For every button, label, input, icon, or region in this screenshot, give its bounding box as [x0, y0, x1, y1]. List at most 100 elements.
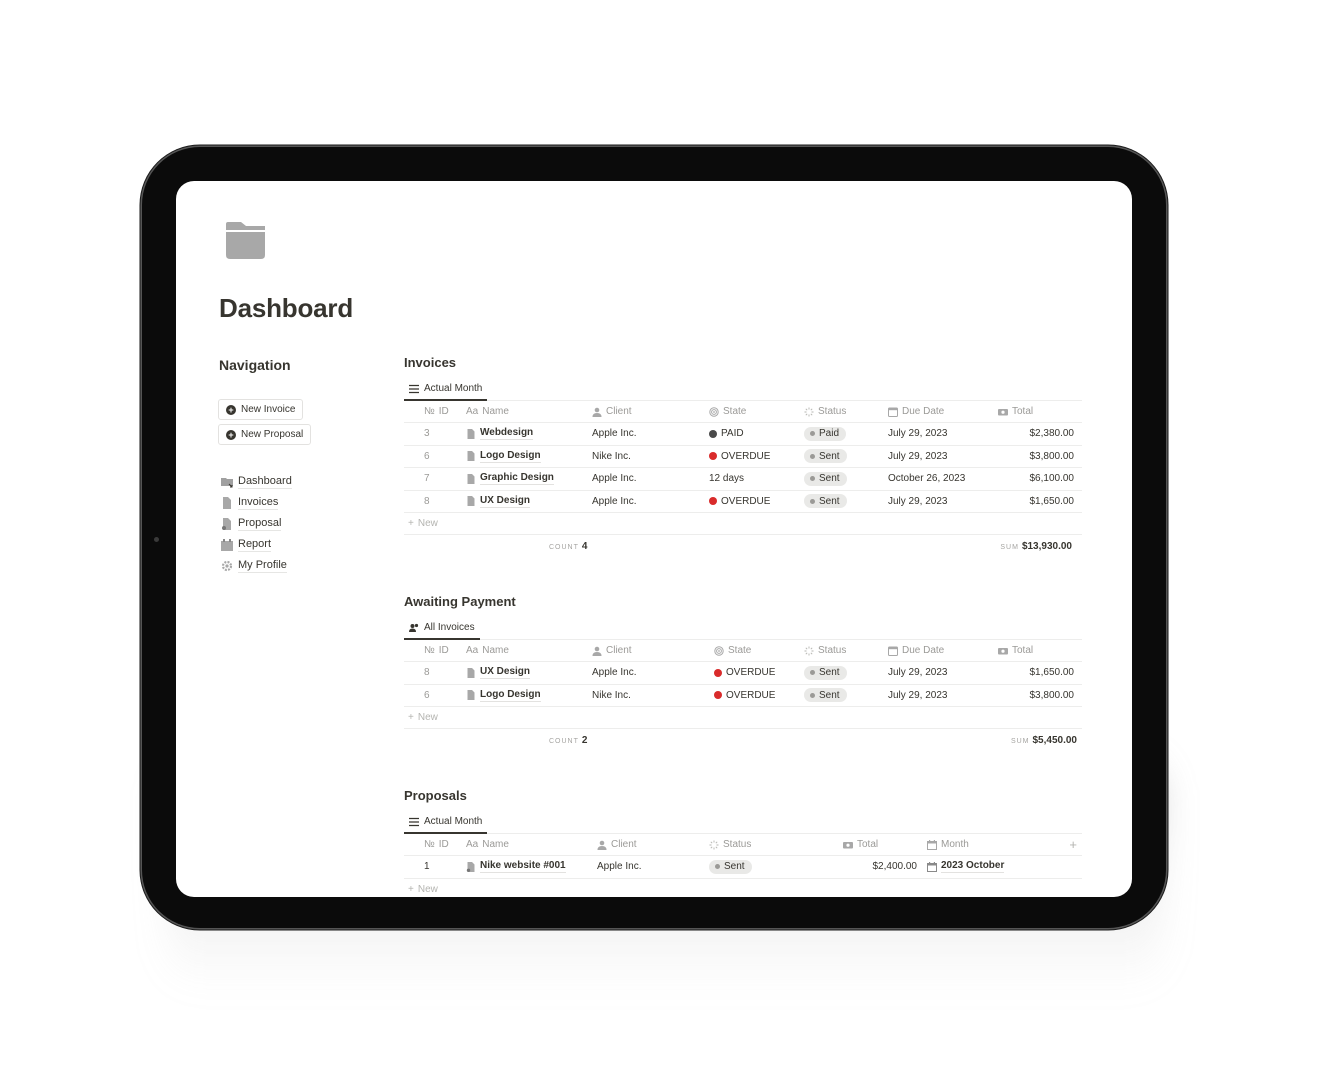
new-proposal-button[interactable]: + New Proposal	[218, 424, 312, 445]
cell-name[interactable]: UX Design	[466, 495, 592, 508]
col-total[interactable]: Total	[843, 839, 917, 850]
cell-status[interactable]: Sent	[709, 859, 843, 874]
invoices-sum: SUM $13,930.00	[1000, 541, 1072, 552]
state-indicator-dot	[714, 668, 722, 677]
cell-total: $2,400.00	[872, 861, 918, 873]
cell-total: $1,650.00	[1029, 667, 1075, 679]
col-status[interactable]: Status	[709, 839, 843, 850]
col-state[interactable]: State	[709, 406, 804, 417]
cell-due-date: July 29, 2023	[888, 667, 948, 679]
text-icon: Aa	[466, 406, 479, 417]
awaiting-sum: SUM $5,450.00	[1010, 735, 1077, 746]
table-row[interactable]: 8 UX Design Apple Inc. OVERDUE Sent July 29, …	[404, 491, 1082, 513]
cell-status[interactable]: Sent	[804, 471, 888, 486]
proposals-table-header: № ID Aa Name Client Status Total Month +	[404, 834, 1082, 856]
col-due-date[interactable]: Due Date	[888, 406, 996, 417]
invoices-new-row-button[interactable]: + New	[404, 513, 1082, 535]
cell-id: 6	[424, 689, 430, 701]
proposals-table-body: 1 Nike website #001 Apple Inc. Sent $2,400.0…	[404, 856, 1082, 879]
col-id[interactable]: № ID	[404, 406, 466, 417]
cell-name[interactable]: Logo Design	[466, 689, 592, 702]
col-status[interactable]: Status	[804, 406, 888, 417]
col-status[interactable]: Status	[804, 645, 888, 656]
camera-dot	[154, 537, 159, 542]
invoices-section: Invoices Actual Month № ID Aa Name Client …	[404, 355, 1082, 557]
table-row[interactable]: 8 UX Design Apple Inc. OVERDUE Sent July 29, …	[404, 662, 1082, 685]
cell-name[interactable]: Webdesign	[466, 427, 592, 441]
awaiting-new-row-button[interactable]: + New	[404, 707, 1082, 729]
nav-item-invoices[interactable]: Invoices	[221, 492, 292, 513]
table-row[interactable]: 6 Logo Design Nike Inc. OVERDUE Sent July 29,…	[404, 685, 1082, 707]
col-name[interactable]: Aa Name	[466, 406, 592, 417]
plus-icon: +	[408, 518, 414, 529]
state-indicator-dot	[714, 691, 722, 700]
calendar-icon	[888, 407, 898, 417]
cell-status[interactable]: Sent	[804, 449, 888, 464]
col-total[interactable]: Total	[996, 645, 1074, 656]
awaiting-footer: COUNT 2 SUM $5,450.00	[404, 729, 1082, 751]
tab-actual-month[interactable]: Actual Month	[404, 816, 488, 834]
new-proposal-label: New Proposal	[241, 429, 304, 440]
awaiting-count: COUNT 2	[549, 735, 588, 746]
cell-name[interactable]: UX Design	[466, 666, 592, 680]
cell-name[interactable]: Graphic Design	[466, 472, 592, 486]
cell-due-date: July 29, 2023	[888, 428, 948, 440]
cell-month[interactable]: 2023 October	[917, 860, 1047, 874]
col-id[interactable]: № ID	[404, 839, 466, 850]
proposals-new-row-button[interactable]: + New	[404, 879, 1082, 898]
cell-id: 6	[424, 450, 430, 462]
nav-item-my-profile[interactable]: My Profile	[221, 555, 292, 576]
add-property-button[interactable]: +	[1047, 837, 1077, 852]
page-icon	[467, 428, 475, 439]
col-id[interactable]: № ID	[404, 645, 466, 656]
cell-status[interactable]: Sent	[804, 665, 888, 680]
new-invoice-label: New Invoice	[241, 404, 296, 415]
cell-name[interactable]: Nike website #001	[466, 860, 597, 874]
number-icon: №	[424, 839, 435, 850]
nav-item-proposal[interactable]: Proposal	[221, 513, 292, 534]
document-icon	[223, 496, 231, 509]
status-badge: Sent	[804, 688, 847, 703]
col-client[interactable]: Client	[592, 645, 709, 656]
col-month[interactable]: Month	[917, 839, 1047, 850]
col-client[interactable]: Client	[597, 839, 709, 850]
proposal-icon	[222, 517, 231, 530]
col-state[interactable]: State	[709, 645, 804, 656]
tab-all-invoices[interactable]: All Invoices	[404, 622, 480, 640]
list-icon	[409, 817, 419, 826]
proposals-title: Proposals	[404, 788, 467, 803]
status-badge: Sent	[709, 859, 752, 874]
new-invoice-button[interactable]: + New Invoice	[218, 399, 304, 420]
plus-icon: +	[1069, 837, 1077, 852]
table-row[interactable]: 6 Logo Design Nike Inc. OVERDUE Sent July 29,…	[404, 446, 1082, 468]
table-row[interactable]: 7 Graphic Design Apple Inc. 12 days Sent Octo…	[404, 468, 1082, 491]
calendar-icon	[888, 646, 898, 656]
plus-icon: +	[408, 712, 414, 723]
nav-item-dashboard[interactable]: Dashboard	[221, 471, 292, 492]
tab-actual-month[interactable]: Actual Month	[404, 383, 488, 401]
state-indicator-dot	[709, 429, 717, 438]
col-name[interactable]: Aa Name	[466, 839, 597, 850]
nav-item-label: Dashboard	[238, 474, 292, 489]
col-total[interactable]: Total	[996, 406, 1074, 417]
table-row[interactable]: 1 Nike website #001 Apple Inc. Sent $2,400.0…	[404, 856, 1082, 879]
awaiting-payment-title: Awaiting Payment	[404, 594, 516, 609]
col-due-date[interactable]: Due Date	[888, 645, 996, 656]
cell-status[interactable]: Sent	[804, 688, 888, 703]
cell-status[interactable]: Paid	[804, 426, 888, 441]
cell-due-date: July 29, 2023	[888, 495, 948, 507]
folder-link-icon	[221, 477, 233, 487]
col-client[interactable]: Client	[592, 406, 709, 417]
tablet-device-frame: Dashboard Navigation + New Invoice + New…	[142, 147, 1166, 928]
cell-client: Apple Inc.	[592, 495, 637, 507]
cell-status[interactable]: Sent	[804, 494, 888, 509]
invoices-title: Invoices	[404, 355, 457, 370]
cell-due-date: October 26, 2023	[888, 473, 966, 485]
nav-item-report[interactable]: Report	[221, 534, 292, 555]
navigation-list: Dashboard Invoices Proposal Report My Pr…	[221, 471, 292, 576]
invoices-table-header: № ID Aa Name Client State Status Due Date …	[404, 401, 1082, 423]
cell-name[interactable]: Logo Design	[466, 450, 592, 463]
cell-id: 8	[424, 667, 430, 679]
col-name[interactable]: Aa Name	[466, 645, 592, 656]
table-row[interactable]: 3 Webdesign Apple Inc. PAID Paid July 29, 202…	[404, 423, 1082, 446]
